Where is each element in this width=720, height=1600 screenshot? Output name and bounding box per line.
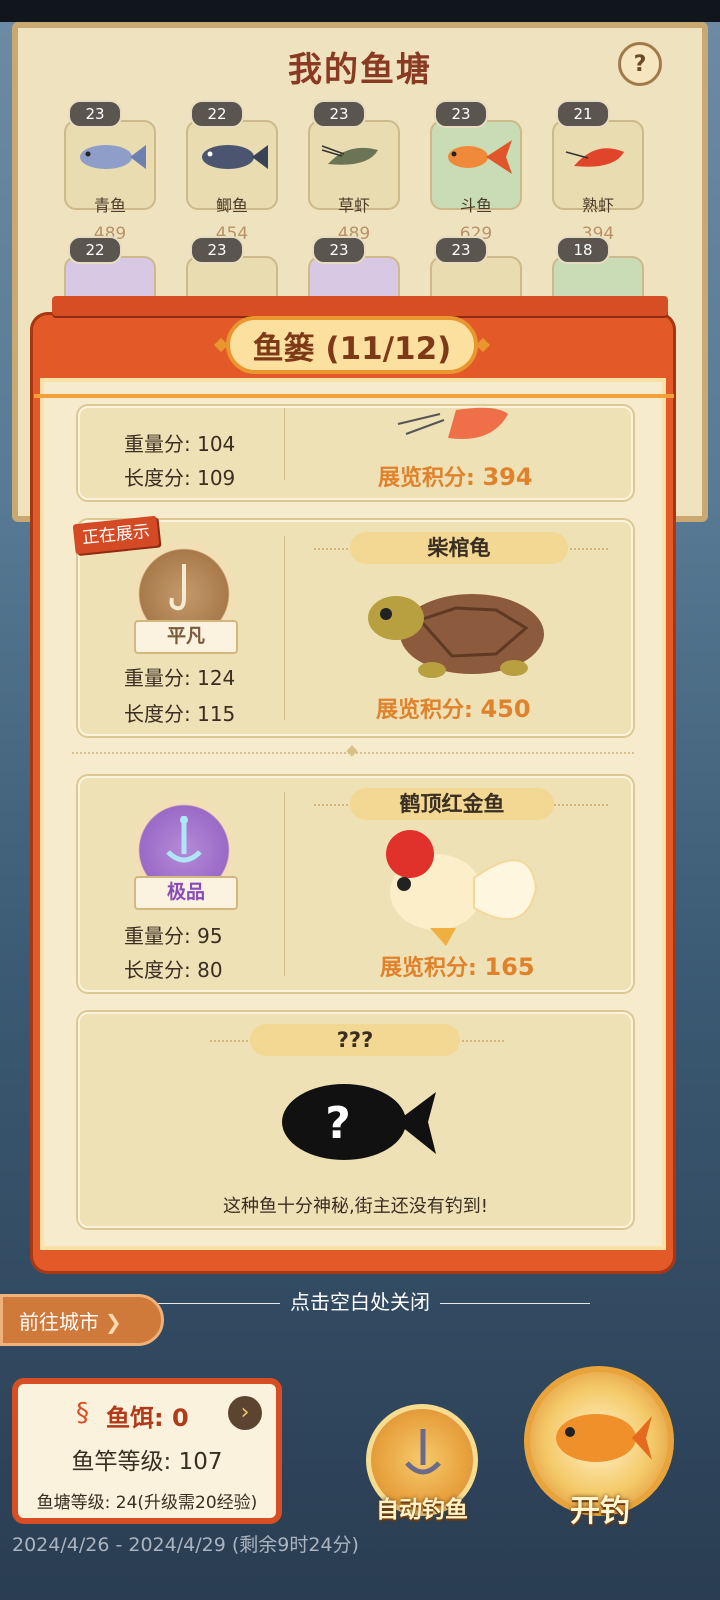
bait-more-button[interactable]: › (228, 1396, 262, 1430)
card-divider (284, 408, 285, 480)
event-date-range: 2024/4/26 - 2024/4/29 (剩余9时24分) (12, 1534, 359, 1556)
worm-icon: § (76, 1398, 89, 1428)
bait-row: § 鱼饵: 0 › (18, 1392, 276, 1434)
fishing-hook-icon (166, 816, 202, 863)
pond-title: 我的鱼塘 (288, 50, 432, 90)
fishing-hook-icon (169, 564, 186, 611)
length-score: 长度分: 80 (124, 958, 223, 982)
shrimp-icon (397, 407, 508, 439)
card-divider (284, 792, 285, 976)
svg-text:?: ? (325, 1098, 351, 1149)
fish-icon (80, 145, 146, 169)
fish-name: 熟虾 (581, 196, 614, 215)
player-info-panel: § 鱼饵: 0 › 鱼竿等级: 107 鱼塘等级: 24(升级需20经验) (12, 1378, 282, 1524)
exhibition-score: 展览积分: 394 (378, 460, 533, 492)
length-score: 长度分: 115 (124, 702, 236, 726)
grade-label: 平凡 (134, 620, 238, 654)
fish-name: 青鱼 (93, 196, 126, 215)
weight-score: 重量分: 95 (124, 924, 223, 948)
exhibition-score-label: 展览积分: (376, 698, 473, 723)
fish-level-badge: 23 (312, 100, 366, 128)
goldfish-icon (386, 830, 538, 946)
rod-level: 鱼竿等级: 107 (71, 1449, 223, 1475)
cooked-shrimp-icon (565, 148, 624, 167)
creel-title: 鱼篓 (11/12) (226, 316, 478, 374)
fish-level-badge: 23 (68, 100, 122, 128)
fish-level-badge: 23 (434, 236, 488, 264)
fish-name-plaque: ??? (250, 1024, 460, 1056)
fish-name: 鲫鱼 (215, 196, 248, 215)
mystery-fish-icon: ? (282, 1084, 436, 1160)
fish-name: 草虾 (337, 196, 370, 215)
shrimp-icon (321, 145, 378, 165)
auto-fish-label: 自动钓鱼 (376, 1497, 468, 1523)
exhibition-score: 展览积分: 165 (380, 950, 535, 982)
length-score: 长度分: 109 (124, 466, 236, 490)
fish-level-badge: 22 (190, 100, 244, 128)
bait-count: 鱼饵: 0 (106, 1404, 189, 1432)
exhibition-score-value: 165 (484, 953, 535, 981)
goto-city-button[interactable]: 前往城市 ❯ (0, 1294, 164, 1346)
goto-city-label: 前往城市 (19, 1310, 99, 1334)
card-divider (284, 536, 285, 720)
scroll-rail (34, 394, 674, 398)
mystery-description: 这种鱼十分神秘,街主还没有钓到! (223, 1196, 488, 1217)
exhibition-score-value: 394 (482, 463, 533, 491)
fish-name: 斗鱼 (459, 196, 492, 215)
fish-level-badge: 23 (312, 236, 366, 264)
creel-card[interactable]: 重量分: 104 长度分: 109 展览积分: 394 (78, 406, 633, 500)
fish-name-plaque: 鹤顶红金鱼 (350, 788, 554, 820)
exhibition-score-value: 450 (480, 695, 531, 723)
pond-level: 鱼塘等级: 24(升级需20经验) (36, 1493, 258, 1513)
weight-score: 重量分: 124 (124, 666, 236, 690)
exhibition-score-label: 展览积分: (378, 466, 475, 491)
status-bar (0, 0, 720, 22)
fishing-hook-icon (405, 1429, 441, 1475)
fish-name-plaque: 柴棺龟 (350, 532, 568, 564)
chevron-right-icon: ❯ (105, 1310, 122, 1334)
cast-label: 开钓 (570, 1494, 630, 1529)
exhibition-score-label: 展览积分: (380, 956, 477, 981)
betta-fish-icon (448, 140, 512, 174)
creel-card-locked[interactable]: ??? ? 这种鱼十分神秘,街主还没有钓到! (78, 1012, 633, 1228)
koi-fish-icon (556, 1414, 652, 1462)
creel-modal-roof (52, 296, 668, 316)
help-button[interactable]: ? (618, 42, 662, 86)
grade-label: 极品 (134, 876, 238, 910)
fish-level-badge: 21 (556, 100, 610, 128)
fish-icon (202, 145, 268, 169)
weight-score: 重量分: 104 (124, 432, 236, 456)
fish-level-badge: 18 (556, 236, 610, 264)
creel-card[interactable]: 极品 重量分: 95 长度分: 80 鹤顶红金鱼 展览积分: 165 (78, 776, 633, 992)
exhibition-score: 展览积分: 450 (376, 692, 531, 724)
fish-level-badge: 23 (434, 100, 488, 128)
creel-card[interactable]: 平凡 重量分: 124 长度分: 115 柴棺龟 展览积分: 450 (78, 520, 633, 736)
fish-level-badge: 23 (190, 236, 244, 264)
fish-level-badge: 22 (68, 236, 122, 264)
turtle-icon (368, 594, 544, 678)
